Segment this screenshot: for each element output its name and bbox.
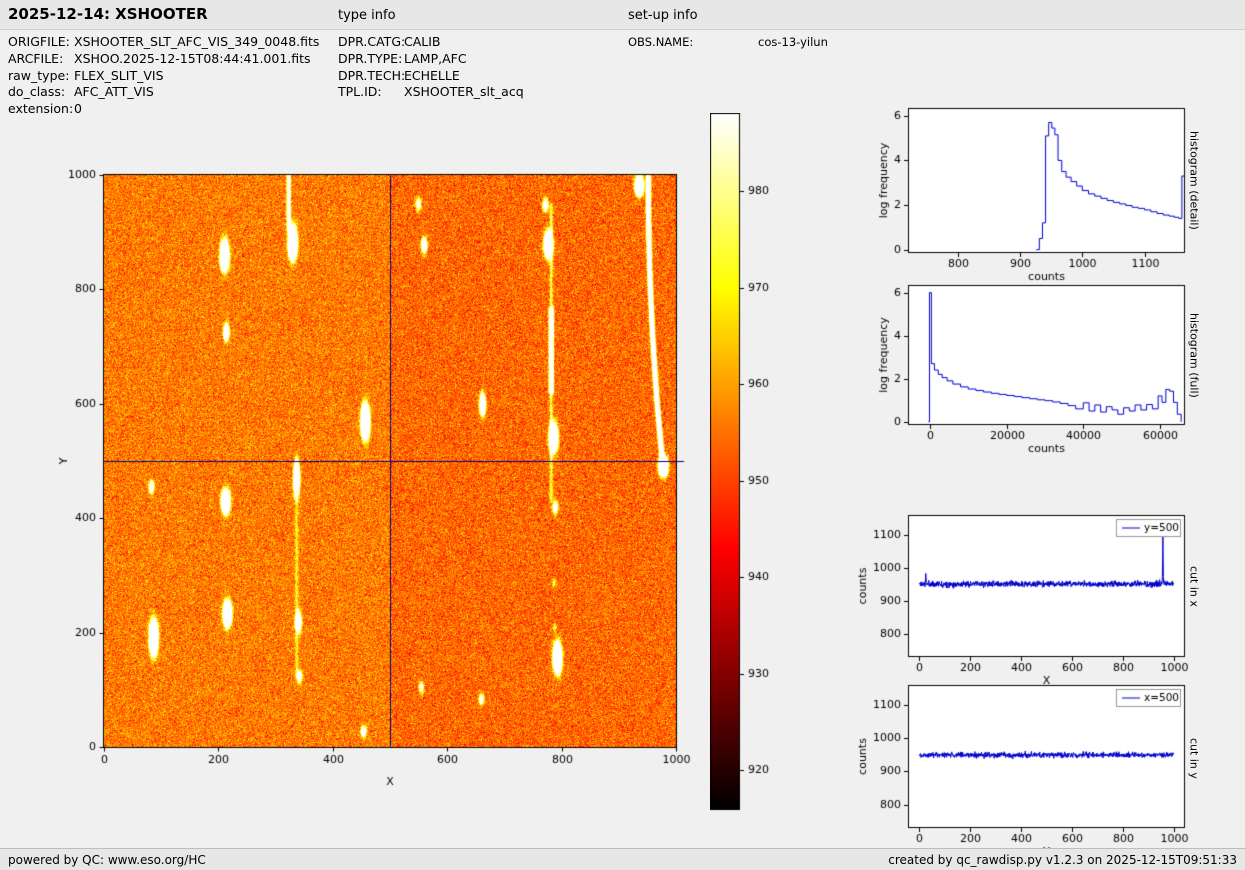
page-title: 2025-12-14: XSHOOTER: [8, 5, 208, 23]
cut-in-x-caption: cut in x: [1186, 515, 1202, 657]
meta-label: ARCFILE:: [8, 51, 74, 68]
meta-value: FLEX_SLIT_VIS: [74, 68, 164, 85]
footer-left-text: powered by QC: www.eso.org/HC: [8, 853, 206, 867]
setup-info-block: OBS.NAME: cos-13-yilun: [628, 34, 828, 51]
rawtype-row: raw_type: FLEX_SLIT_VIS: [8, 68, 319, 85]
meta-label: raw_type:: [8, 68, 74, 85]
meta-value: LAMP,AFC: [404, 51, 467, 68]
file-info-block: ORIGFILE: XSHOOTER_SLT_AFC_VIS_349_0048.…: [8, 34, 319, 118]
histogram-detail-chart: [848, 96, 1198, 286]
cut-in-x-chart: [848, 503, 1198, 690]
raw-image-figure: [40, 130, 700, 795]
meta-value: XSHOO.2025-12-15T08:44:41.001.fits: [74, 51, 311, 68]
histogram-full-chart: [848, 273, 1198, 458]
dprtech-row: DPR.TECH: ECHELLE: [338, 68, 524, 85]
meta-label: ORIGFILE:: [8, 34, 74, 51]
origfile-row: ORIGFILE: XSHOOTER_SLT_AFC_VIS_349_0048.…: [8, 34, 319, 51]
cut-in-y-caption: cut in y: [1186, 687, 1202, 830]
meta-label: TPL.ID:: [338, 84, 404, 101]
meta-label: OBS.NAME:: [628, 34, 758, 51]
histogram-full-caption: histogram (full): [1186, 285, 1202, 425]
meta-label: DPR.TYPE:: [338, 51, 404, 68]
meta-value: cos-13-yilun: [758, 34, 828, 51]
meta-value: XSHOOTER_SLT_AFC_VIS_349_0048.fits: [74, 34, 319, 51]
dprtype-row: DPR.TYPE: LAMP,AFC: [338, 51, 524, 68]
cut-in-y-chart: [848, 673, 1198, 861]
setup-info-heading: set-up info: [628, 8, 698, 23]
meta-value: ECHELLE: [404, 68, 460, 85]
histogram-detail-caption: histogram (detail): [1186, 108, 1202, 253]
meta-value: AFC_ATT_VIS: [74, 84, 154, 101]
dprcatg-row: DPR.CATG: CALIB: [338, 34, 524, 51]
extension-row: extension: 0: [8, 101, 319, 118]
meta-value: 0: [74, 101, 82, 118]
arcfile-row: ARCFILE: XSHOO.2025-12-15T08:44:41.001.f…: [8, 51, 319, 68]
qc-report-page: { "header": { "title": "2025-12-14: XSHO…: [0, 0, 1245, 870]
footer-right-text: created by qc_rawdisp.py v1.2.3 on 2025-…: [888, 853, 1237, 867]
doclass-row: do_class: AFC_ATT_VIS: [8, 84, 319, 101]
meta-value: CALIB: [404, 34, 441, 51]
meta-label: DPR.TECH:: [338, 68, 404, 85]
colorbar: [710, 113, 770, 813]
type-info-heading: type info: [338, 8, 396, 23]
meta-value: XSHOOTER_slt_acq: [404, 84, 524, 101]
meta-label: extension:: [8, 101, 74, 118]
meta-label: do_class:: [8, 84, 74, 101]
type-info-block: DPR.CATG: CALIB DPR.TYPE: LAMP,AFC DPR.T…: [338, 34, 524, 101]
tplid-row: TPL.ID: XSHOOTER_slt_acq: [338, 84, 524, 101]
meta-label: DPR.CATG:: [338, 34, 404, 51]
footer-bar: powered by QC: www.eso.org/HC created by…: [0, 848, 1245, 870]
obsname-row: OBS.NAME: cos-13-yilun: [628, 34, 828, 51]
